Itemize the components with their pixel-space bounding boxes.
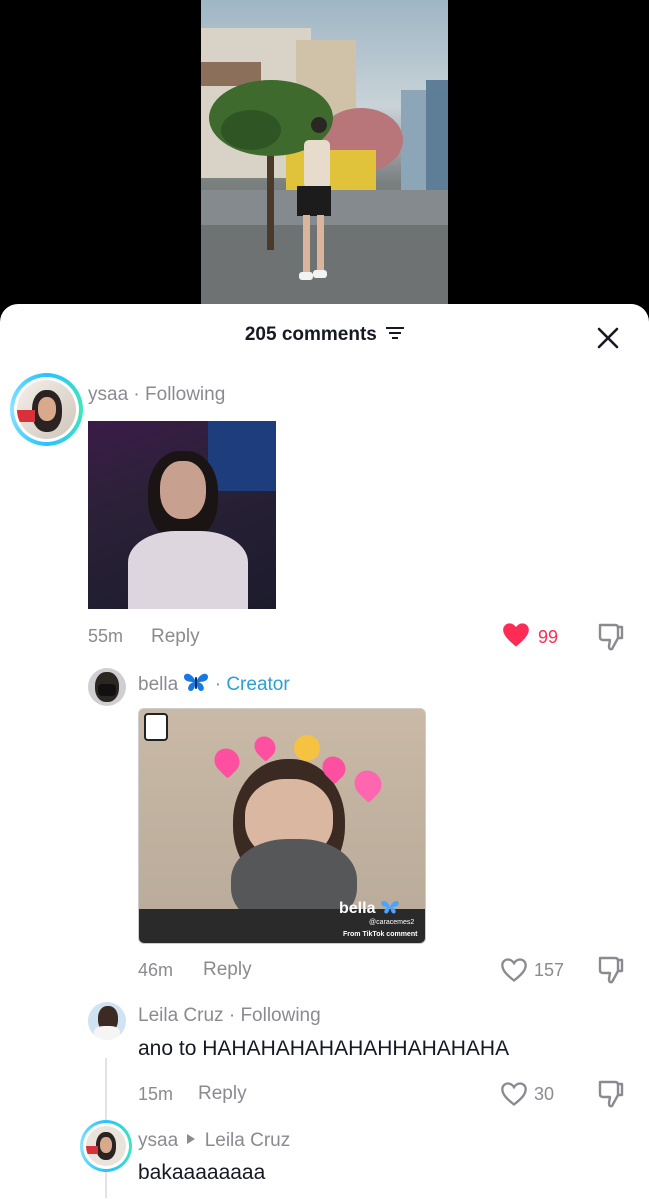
- reply-button[interactable]: Reply: [198, 1083, 247, 1105]
- comment-gif-image[interactable]: [88, 421, 276, 609]
- reply-button[interactable]: Reply: [151, 626, 200, 648]
- comment-username[interactable]: ysaa: [138, 1130, 178, 1151]
- reply-button[interactable]: Reply: [203, 959, 252, 981]
- avatar[interactable]: [88, 1002, 126, 1040]
- comment-time: 55m: [88, 626, 124, 646]
- like-heart-outline-icon[interactable]: [500, 957, 528, 988]
- comment-time: 46m: [138, 960, 174, 980]
- avatar[interactable]: [10, 373, 83, 446]
- like-count: 157: [534, 960, 565, 980]
- like-count: 99: [538, 627, 559, 647]
- heart-sticker-icon: [250, 732, 280, 762]
- creator-badge: Creator: [226, 674, 290, 695]
- like-heart-outline-icon[interactable]: [500, 1081, 528, 1112]
- comments-sheet: 205 comments ysaa · Following 55m Reply …: [0, 304, 649, 1199]
- sort-icon[interactable]: [386, 324, 405, 346]
- comment-username[interactable]: ysaa: [88, 384, 128, 405]
- avatar[interactable]: [88, 668, 126, 706]
- comment-username-line: bella · Creator: [138, 671, 290, 699]
- follow-status: Following: [145, 384, 226, 405]
- like-count: 30: [534, 1084, 555, 1104]
- reply-to-username[interactable]: Leila Cruz: [205, 1130, 291, 1151]
- comment-time: 15m: [138, 1084, 174, 1104]
- comment-username-line: Leila Cruz · Following: [138, 1005, 321, 1026]
- avatar[interactable]: [80, 1120, 132, 1172]
- comments-header: 205 comments: [0, 324, 649, 346]
- comments-count: 205 comments: [244, 324, 377, 345]
- comment-username[interactable]: Leila Cruz: [138, 1005, 224, 1026]
- comment-sticker-video[interactable]: bella @caracemes2 From TikTok comment: [138, 708, 426, 944]
- video-preview[interactable]: [201, 0, 448, 304]
- butterfly-emoji-icon: [183, 671, 209, 699]
- heart-sticker-icon: [348, 764, 388, 804]
- dislike-icon[interactable]: [597, 955, 625, 990]
- sticker-handle: @caracemes2: [369, 919, 415, 926]
- heart-sticker-icon: [209, 743, 245, 779]
- tiktok-watermark: From TikTok comment: [343, 931, 418, 938]
- like-heart-filled-icon[interactable]: [502, 622, 530, 648]
- follow-status: Following: [240, 1005, 321, 1026]
- close-icon[interactable]: [594, 324, 622, 352]
- dislike-icon[interactable]: [597, 622, 625, 657]
- dislike-icon[interactable]: [597, 1079, 625, 1114]
- comment-text: bakaaaaaaaa: [138, 1161, 266, 1184]
- comment-text: ano to HAHAHAHAHAHAHHAHAHAHA: [138, 1037, 510, 1060]
- reply-arrow-icon: [186, 1129, 196, 1151]
- exploding-head-emoji-icon: [294, 735, 320, 761]
- comment-username-line: ysaa · Following: [88, 384, 226, 405]
- sticker-username: bella: [339, 899, 400, 918]
- comment-username-line: ysaa Leila Cruz: [138, 1129, 290, 1152]
- comment-username[interactable]: bella: [138, 674, 178, 695]
